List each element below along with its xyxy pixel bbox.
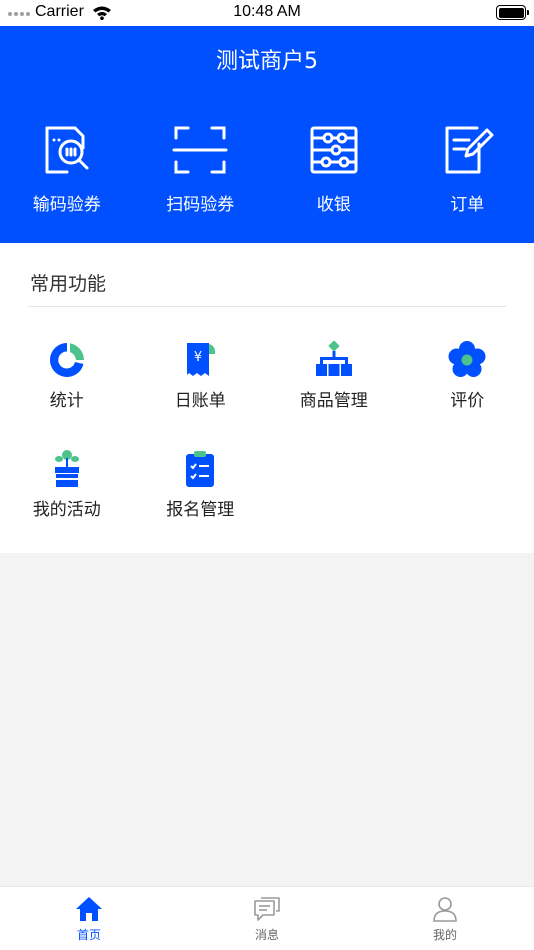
quick-action-orders[interactable]: 订单 [401,122,534,215]
status-bar: Carrier 10:48 AM [0,0,534,26]
quick-action-label: 订单 [450,195,485,215]
bottom-tab-bar: 首页 消息 我的 [0,886,534,950]
daily-bill-icon: ¥ [180,340,220,380]
message-icon [253,895,281,923]
tab-messages[interactable]: 消息 [178,887,356,950]
quick-action-scan-verify[interactable]: 扫码验券 [134,122,268,215]
profile-icon [431,895,459,923]
quick-action-code-verify[interactable]: 输码验券 [0,122,134,215]
tab-home[interactable]: 首页 [0,887,178,950]
page-title: 测试商户5 [216,49,318,74]
function-daily-bill[interactable]: ¥ 日账单 [134,340,268,411]
section-title: 常用功能 [30,273,107,295]
activity-gift-icon [47,449,87,489]
divider [28,306,506,307]
function-label: 日账单 [174,391,226,411]
quick-action-cashier[interactable]: 收银 [267,122,401,215]
function-label: 评价 [450,391,485,411]
battery-icon [496,5,529,20]
tab-profile[interactable]: 我的 [356,887,534,950]
scan-verify-icon [172,122,228,178]
review-flower-icon [447,340,487,380]
tab-label: 我的 [432,928,457,942]
function-registration-management[interactable]: 报名管理 [134,449,268,520]
common-functions-panel: 常用功能 统计 ¥ 日账单 商品管理 评价 我的活动 报名管理 [0,243,534,553]
code-verify-icon [39,122,95,178]
order-edit-icon [439,122,495,178]
home-icon [75,895,103,923]
quick-action-label: 收银 [316,195,351,215]
merchant-header: 测试商户5 输码验券 扫码验券 收银 订单 [0,26,534,243]
function-product-management[interactable]: 商品管理 [267,340,401,411]
clock-time: 10:48 AM [233,3,301,20]
svg-text:¥: ¥ [194,350,202,365]
tab-label: 首页 [76,928,101,942]
pie-chart-icon [47,340,87,380]
registration-clipboard-icon [180,449,220,489]
function-label: 统计 [49,391,84,411]
quick-action-label: 扫码验券 [166,195,235,215]
abacus-icon [306,122,362,178]
function-label: 我的活动 [32,500,101,520]
quick-action-label: 输码验券 [32,195,101,215]
tab-label: 消息 [254,928,279,942]
function-label: 商品管理 [299,391,368,411]
function-my-activities[interactable]: 我的活动 [0,449,134,520]
product-hierarchy-icon [314,340,354,380]
function-label: 报名管理 [166,500,235,520]
function-reviews[interactable]: 评价 [401,340,534,411]
function-statistics[interactable]: 统计 [0,340,134,411]
